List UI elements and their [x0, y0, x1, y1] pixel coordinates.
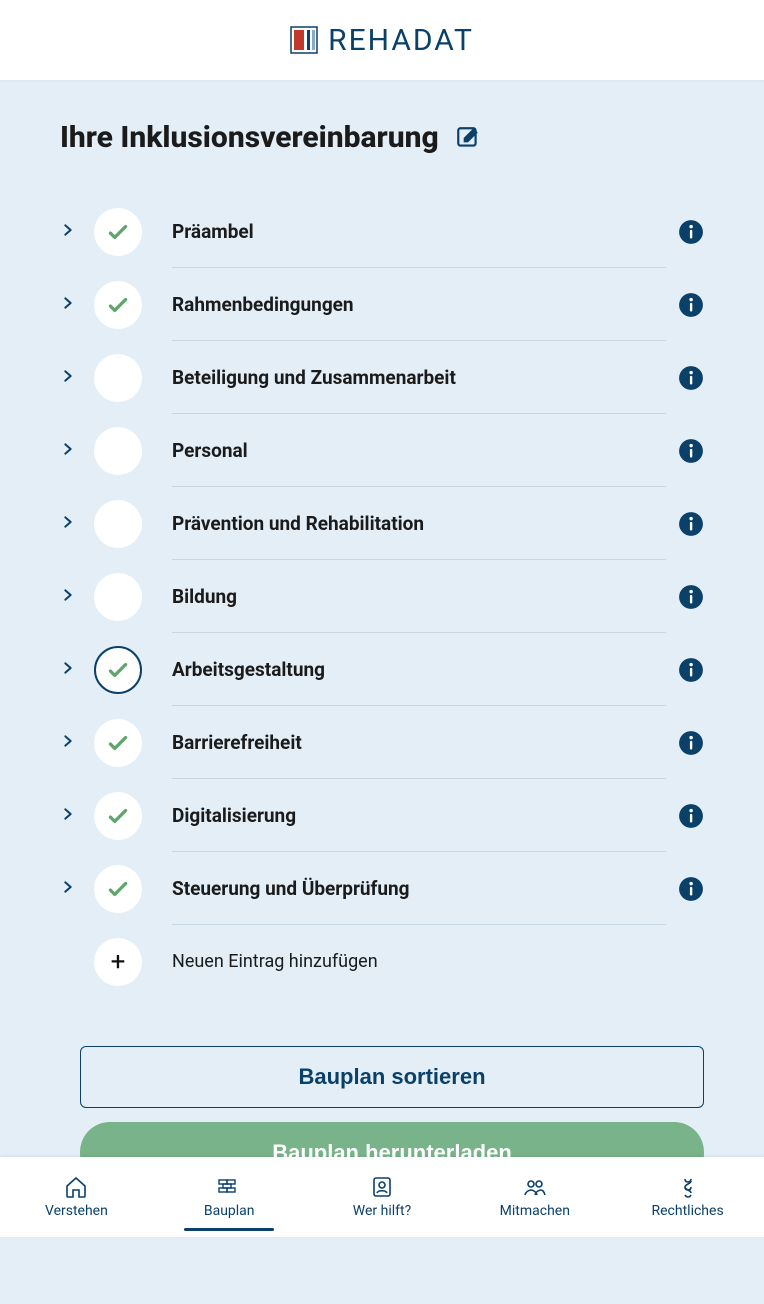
info-icon[interactable] — [678, 292, 704, 318]
section-label: Rahmenbedingungen — [172, 293, 354, 316]
nav-label: Verstehen — [45, 1203, 108, 1219]
section-item[interactable]: Personal — [60, 414, 704, 487]
status-circle — [94, 427, 142, 475]
add-entry-label: Neuen Eintrag hinzufügen — [172, 951, 378, 972]
section-label: Barrierefreiheit — [172, 731, 302, 754]
sort-button[interactable]: Bauplan sortieren — [80, 1046, 704, 1108]
brand-text: REHADAT — [328, 23, 474, 58]
status-circle — [94, 719, 142, 767]
plus-circle: + — [94, 938, 142, 986]
main-content: Ihre Inklusionsvereinbarung Präambel Rahm… — [0, 80, 764, 1304]
nav-label: Bauplan — [204, 1203, 255, 1219]
chevron-right-icon — [60, 514, 76, 534]
info-icon[interactable] — [678, 584, 704, 610]
info-icon[interactable] — [678, 657, 704, 683]
home-icon — [64, 1175, 88, 1199]
section-list: Präambel Rahmenbedingungen Beteiligung und… — [60, 195, 704, 998]
nav-item-contact[interactable]: Wer hilft? — [306, 1157, 459, 1237]
plus-icon: + — [111, 947, 126, 977]
bricks-icon — [217, 1175, 241, 1199]
chevron-right-icon — [60, 879, 76, 899]
chevron-right-icon — [60, 587, 76, 607]
status-circle — [94, 208, 142, 256]
section-item[interactable]: Steuerung und Überprüfung — [60, 852, 704, 925]
section-label: Digitalisierung — [172, 804, 296, 827]
chevron-right-icon — [60, 441, 76, 461]
add-entry-item[interactable]: + Neuen Eintrag hinzufügen — [60, 925, 704, 998]
page-title: Ihre Inklusionsvereinbarung — [60, 120, 439, 155]
status-circle — [94, 792, 142, 840]
info-icon[interactable] — [678, 511, 704, 537]
info-icon[interactable] — [678, 876, 704, 902]
section-item[interactable]: Beteiligung und Zusammenarbeit — [60, 341, 704, 414]
section-label: Personal — [172, 439, 248, 462]
law-icon — [676, 1175, 700, 1199]
status-circle — [94, 500, 142, 548]
section-item[interactable]: Prävention und Rehabilitation — [60, 487, 704, 560]
section-label: Arbeitsgestaltung — [172, 658, 325, 681]
status-circle — [94, 354, 142, 402]
nav-label: Wer hilft? — [353, 1203, 411, 1219]
nav-item-bricks[interactable]: Bauplan — [153, 1157, 306, 1237]
chevron-right-icon — [60, 368, 76, 388]
section-label: Präambel — [172, 220, 254, 243]
section-label: Prävention und Rehabilitation — [172, 512, 424, 535]
nav-item-home[interactable]: Verstehen — [0, 1157, 153, 1237]
nav-label: Mitmachen — [500, 1203, 570, 1219]
brand-mark-icon — [290, 26, 318, 54]
section-label: Beteiligung und Zusammenarbeit — [172, 366, 456, 389]
info-icon[interactable] — [678, 438, 704, 464]
info-icon[interactable] — [678, 803, 704, 829]
section-item[interactable]: Präambel — [60, 195, 704, 268]
people-icon — [523, 1175, 547, 1199]
info-icon[interactable] — [678, 365, 704, 391]
status-circle — [94, 865, 142, 913]
section-label: Steuerung und Überprüfung — [172, 877, 410, 900]
brand-logo[interactable]: REHADAT — [290, 23, 474, 58]
nav-item-people[interactable]: Mitmachen — [458, 1157, 611, 1237]
status-circle — [94, 646, 142, 694]
info-icon[interactable] — [678, 219, 704, 245]
info-icon[interactable] — [678, 730, 704, 756]
contact-icon — [370, 1175, 394, 1199]
section-item[interactable]: Digitalisierung — [60, 779, 704, 852]
app-header: REHADAT — [0, 0, 764, 80]
status-circle — [94, 281, 142, 329]
chevron-right-icon — [60, 222, 76, 242]
bottom-nav: Verstehen Bauplan Wer hilft? Mitmachen Recht… — [0, 1157, 764, 1237]
chevron-right-icon — [60, 295, 76, 315]
nav-label: Rechtliches — [652, 1203, 724, 1219]
section-item[interactable]: Bildung — [60, 560, 704, 633]
section-item[interactable]: Rahmenbedingungen — [60, 268, 704, 341]
edit-icon[interactable] — [455, 125, 481, 151]
section-label: Bildung — [172, 585, 237, 608]
chevron-right-icon — [60, 806, 76, 826]
section-item[interactable]: Barrierefreiheit — [60, 706, 704, 779]
status-circle — [94, 573, 142, 621]
chevron-right-icon — [60, 660, 76, 680]
nav-item-law[interactable]: Rechtliches — [611, 1157, 764, 1237]
chevron-right-icon — [60, 733, 76, 753]
section-item[interactable]: Arbeitsgestaltung — [60, 633, 704, 706]
